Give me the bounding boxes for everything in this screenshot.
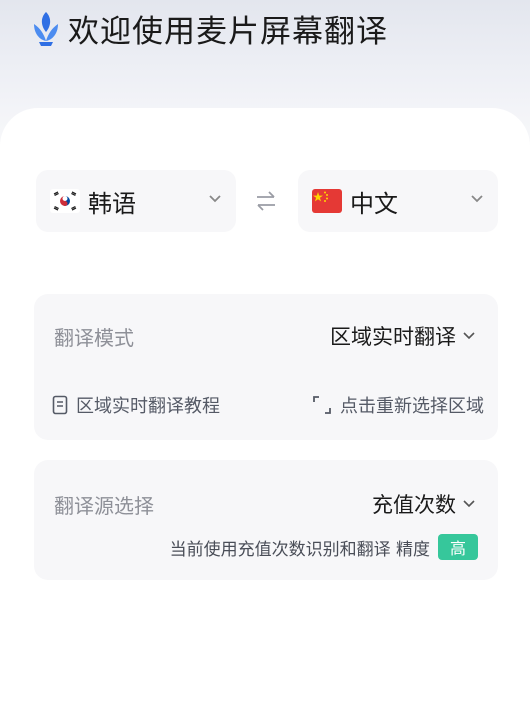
- leaf-logo-icon: [34, 12, 58, 46]
- reselect-area-label: 点击重新选择区域: [340, 396, 484, 417]
- app-screen: 欢迎使用麦片屏幕翻译 韩语 中文 翻译模式 区域实时翻译 区域实时翻译教程 点击…: [0, 0, 530, 720]
- chevron-down-icon: [463, 500, 475, 508]
- target-language-label: 中文: [350, 189, 398, 218]
- tutorial-link-label: 区域实时翻译教程: [76, 396, 220, 417]
- translation-mode-select[interactable]: 区域实时翻译: [330, 321, 476, 351]
- translation-mode-card: 翻译模式 区域实时翻译 区域实时翻译教程 点击重新选择区域: [34, 294, 498, 440]
- translation-source-value: 充值次数: [372, 493, 456, 517]
- translation-mode-value: 区域实时翻译: [330, 325, 456, 349]
- translation-source-card: 翻译源选择 充值次数 当前使用充值次数识别和翻译 精度 高: [34, 460, 498, 580]
- translation-mode-label: 翻译模式: [54, 326, 134, 350]
- chevron-down-icon: [209, 195, 221, 203]
- tutorial-link[interactable]: 区域实时翻译教程: [52, 392, 220, 418]
- target-language-select[interactable]: 中文: [298, 170, 498, 232]
- kr-flag-icon: [50, 189, 80, 213]
- crop-area-icon: [313, 396, 331, 414]
- accuracy-hint-text: 当前使用充值次数识别和翻译 精度: [169, 539, 430, 560]
- header: 欢迎使用麦片屏幕翻译: [30, 6, 388, 50]
- translation-source-label: 翻译源选择: [54, 494, 154, 518]
- cn-flag-icon: [312, 189, 342, 213]
- chevron-down-icon: [463, 332, 475, 340]
- accuracy-hint: 当前使用充值次数识别和翻译 精度 高: [170, 534, 478, 560]
- chevron-down-icon: [471, 195, 483, 203]
- source-language-select[interactable]: 韩语: [36, 170, 236, 232]
- swap-arrows-icon[interactable]: [252, 188, 280, 214]
- translation-source-select[interactable]: 充值次数: [372, 489, 476, 519]
- page-title: 欢迎使用麦片屏幕翻译: [68, 13, 388, 50]
- source-language-label: 韩语: [88, 189, 136, 218]
- document-icon: [52, 395, 68, 415]
- reselect-area-link[interactable]: 点击重新选择区域: [312, 392, 484, 418]
- accuracy-badge: 高: [438, 534, 478, 560]
